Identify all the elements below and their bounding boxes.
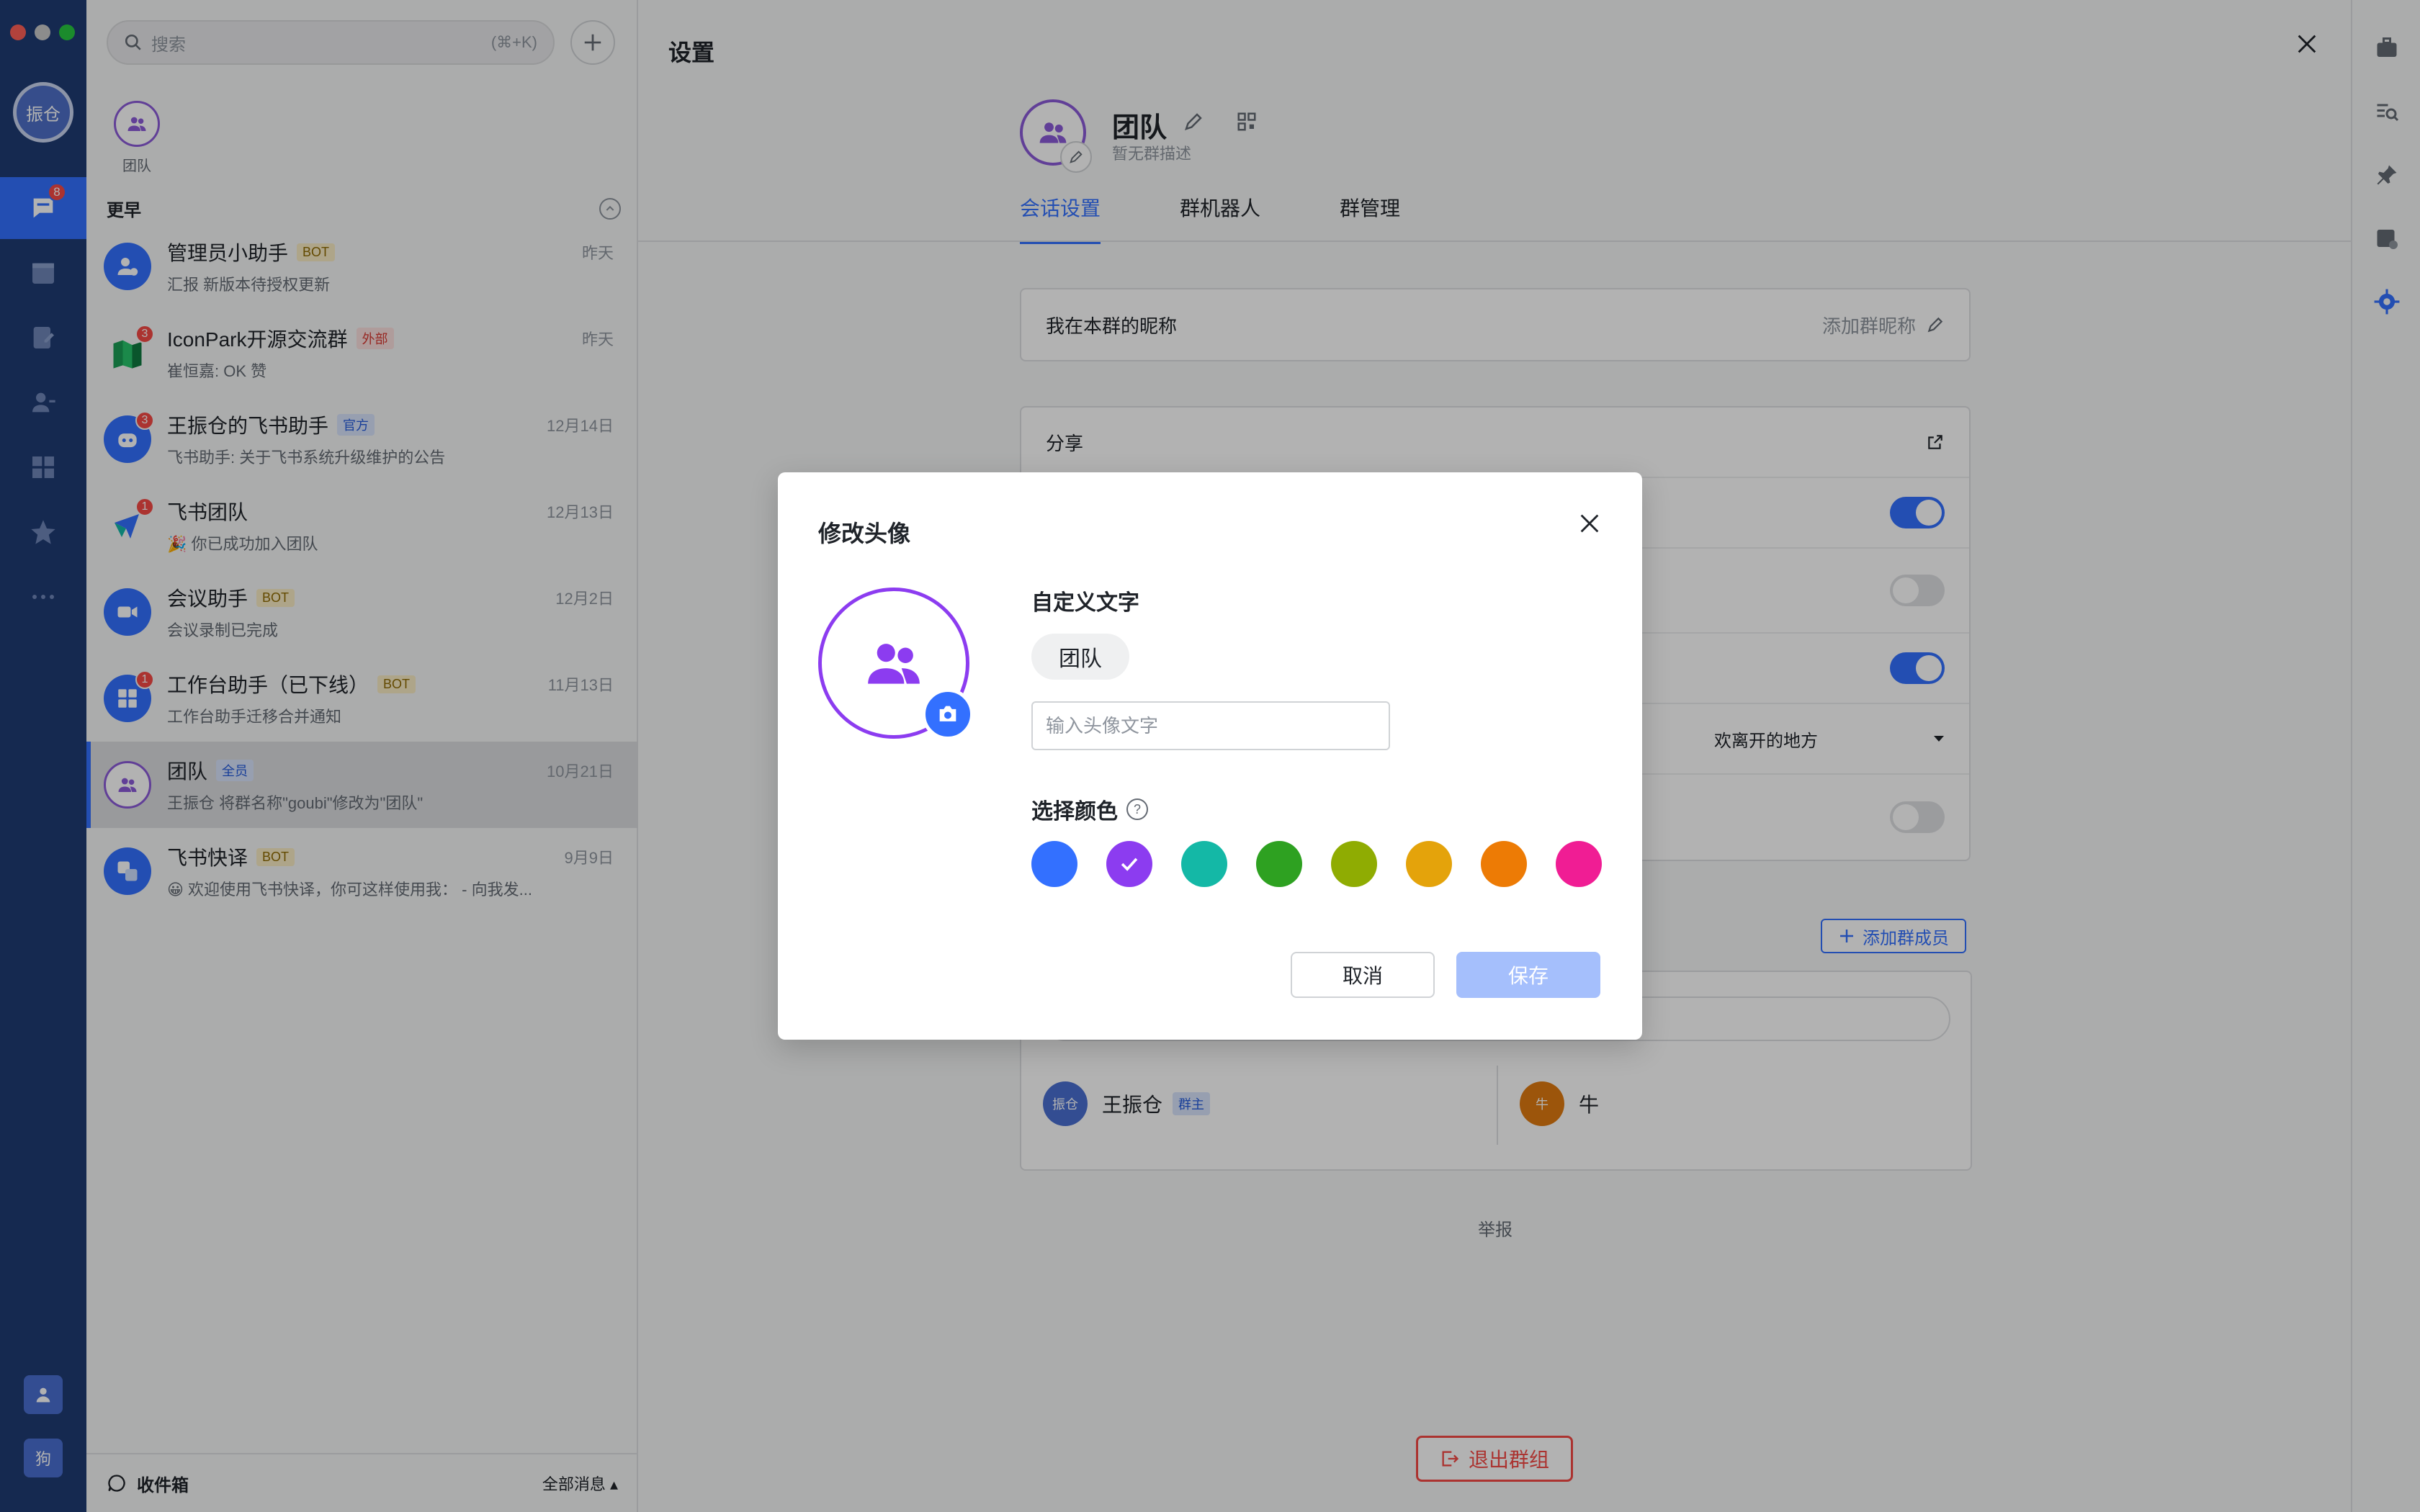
color-label: 选择颜色	[1031, 800, 1118, 824]
current-text-chip[interactable]: 团队	[1031, 634, 1129, 680]
group-icon	[863, 632, 925, 694]
cancel-button[interactable]: 取消	[1291, 952, 1435, 998]
color-swatch-pink[interactable]	[1556, 841, 1602, 887]
dialog-title: 修改头像	[818, 521, 911, 546]
color-swatch-blue[interactable]	[1031, 841, 1077, 887]
checkmark-icon	[1117, 852, 1142, 876]
custom-text-label: 自定义文字	[1031, 591, 1139, 615]
color-swatches	[1031, 841, 1602, 887]
upload-photo-button[interactable]	[922, 688, 974, 740]
color-swatch-green[interactable]	[1256, 841, 1302, 887]
color-swatch-purple[interactable]	[1106, 841, 1152, 887]
color-swatch-olive[interactable]	[1331, 841, 1377, 887]
camera-icon	[936, 702, 960, 726]
dialog-close-button[interactable]	[1577, 511, 1602, 536]
change-avatar-dialog: 修改头像 自定义文字 团队 选择颜色 ? 取消 保存	[778, 472, 1642, 1040]
save-button[interactable]: 保存	[1456, 952, 1600, 998]
color-swatch-orange[interactable]	[1481, 841, 1527, 887]
help-circle-icon[interactable]: ?	[1126, 798, 1148, 820]
color-swatch-yellow[interactable]	[1406, 841, 1452, 887]
color-section-label: 选择颜色 ?	[1031, 793, 1148, 825]
avatar-text-input[interactable]	[1031, 701, 1390, 750]
color-swatch-teal[interactable]	[1181, 841, 1227, 887]
close-icon	[1577, 511, 1602, 536]
